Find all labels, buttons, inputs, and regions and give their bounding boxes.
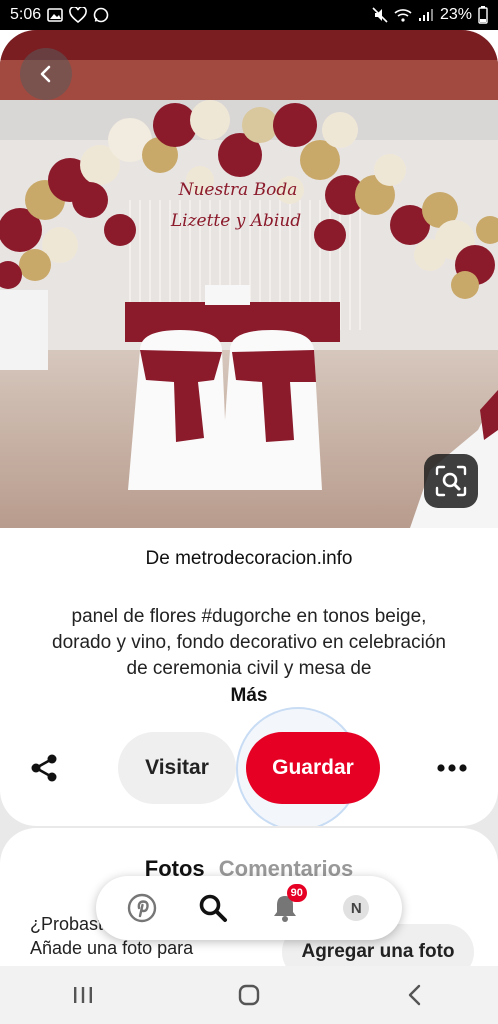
more-link[interactable]: Más [0, 685, 498, 707]
svg-text:Lizette y Abiud: Lizette y Abiud [170, 211, 301, 231]
save-button[interactable]: Guardar [246, 732, 380, 804]
nav-profile[interactable]: N [334, 886, 378, 930]
floating-tab-bar: 90 N [96, 876, 402, 940]
status-bar: 5:06 23% [0, 0, 498, 30]
health-icon [69, 7, 88, 23]
notification-badge: 90 [286, 884, 307, 902]
more-options-button[interactable] [432, 748, 472, 788]
svg-text:Nuestra Boda: Nuestra Boda [178, 180, 298, 200]
gallery-icon [47, 8, 63, 22]
nav-search[interactable] [191, 886, 235, 930]
lens-icon [435, 465, 467, 497]
source-domain-link[interactable]: metrodecoracion.info [175, 548, 352, 569]
mute-icon [372, 7, 388, 23]
whatsapp-icon [93, 7, 109, 23]
pin-description: panel de flores #dugorche en tonos beige… [52, 606, 446, 679]
search-icon [199, 894, 228, 922]
share-button[interactable] [24, 748, 64, 788]
status-time: 5:06 [10, 6, 42, 23]
visit-button[interactable]: Visitar [118, 732, 236, 804]
battery-icon [478, 6, 488, 24]
wifi-icon [394, 8, 412, 22]
pin-closeup-card: Nuestra Boda Lizette y Abiud De metrodec… [0, 30, 498, 826]
home-button[interactable] [219, 975, 279, 1015]
source-prefix: De [145, 548, 170, 569]
battery-percent: 23% [439, 6, 472, 23]
chevron-left-icon [40, 65, 51, 83]
pin-source[interactable]: De metrodecoracion.info [0, 548, 498, 570]
nav-notifications[interactable]: 90 [263, 884, 307, 930]
recent-apps-button[interactable] [53, 975, 113, 1015]
recent-apps-icon [74, 987, 92, 1003]
avatar: N [343, 895, 370, 921]
back-chevron-icon [408, 984, 421, 1006]
back-button[interactable] [20, 48, 72, 100]
system-navigation-bar [0, 966, 498, 1024]
ellipsis-icon [437, 764, 467, 772]
signal-icon [418, 8, 434, 22]
nav-home[interactable] [120, 886, 164, 930]
pin-image[interactable]: Nuestra Boda Lizette y Abiud [0, 30, 498, 528]
system-back-button[interactable] [385, 975, 445, 1015]
pinterest-logo-icon [127, 893, 156, 923]
visual-search-button[interactable] [424, 454, 478, 508]
home-icon [238, 984, 260, 1006]
share-icon [31, 754, 57, 782]
